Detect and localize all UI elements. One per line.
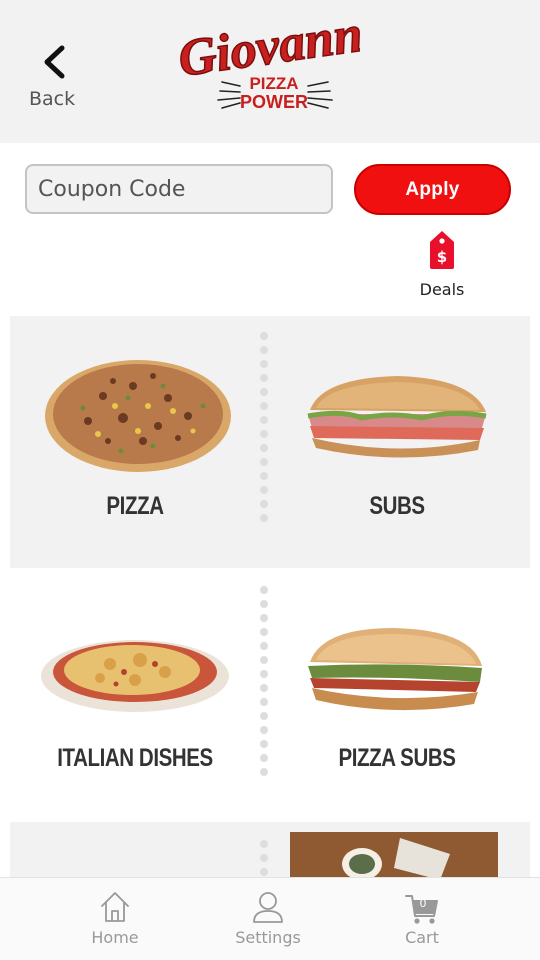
nav-cart[interactable]: 0 Cart (362, 878, 482, 960)
nav-cart-label: Cart (405, 928, 439, 947)
category-row-2: ITALIAN DISHES PIZZA SUBS (10, 568, 530, 820)
nav-home[interactable]: Home (55, 878, 175, 960)
category-row-3 (10, 822, 530, 892)
home-icon (101, 892, 129, 922)
category-tile-partial[interactable] (10, 822, 260, 884)
nav-settings-label: Settings (235, 928, 301, 947)
back-button[interactable]: Back (24, 40, 84, 112)
cart-icon-wrap: 0 (404, 890, 440, 926)
header: Back Giovanni's PIZZA POWER (0, 0, 540, 143)
user-icon (253, 892, 283, 923)
apply-button[interactable]: Apply (354, 164, 511, 215)
category-tile-subs[interactable]: SUBS (272, 316, 522, 568)
category-label: PIZZA (106, 492, 164, 520)
category-label: ITALIAN DISHES (57, 744, 213, 772)
category-label: SUBS (369, 492, 425, 520)
category-tile-pizza-subs[interactable]: PIZZA SUBS (272, 568, 522, 820)
svg-text:$: $ (437, 248, 447, 266)
divider (260, 332, 268, 528)
chevron-left-icon (44, 45, 65, 79)
nav-settings[interactable]: Settings (208, 878, 328, 960)
nav-home-label: Home (91, 928, 139, 947)
deals-label: Deals (419, 280, 465, 299)
svg-text:POWER: POWER (240, 92, 308, 112)
coupon-code-input[interactable] (25, 164, 333, 214)
category-tile-pizza[interactable]: PIZZA (10, 316, 260, 568)
divider (260, 840, 268, 882)
category-row-1: PIZZA SUBS (10, 316, 530, 568)
category-tile-italian-dishes[interactable]: ITALIAN DISHES (10, 568, 260, 820)
baked-pasta-image (41, 640, 229, 712)
price-tag-icon: $ (430, 231, 454, 269)
back-label: Back (29, 88, 76, 110)
svg-text:PIZZA: PIZZA (249, 74, 298, 93)
cart-count-badge: 0 (419, 897, 427, 910)
sub-sandwich-image (307, 376, 487, 458)
deals-button[interactable]: $ Deals (412, 230, 472, 306)
divider (260, 586, 268, 782)
pizza-sub-image (308, 628, 482, 711)
pizza-image (45, 360, 231, 472)
giovannis-logo: Giovanni's PIZZA POWER (174, 2, 360, 112)
app-screen: Back Giovanni's PIZZA POWER Apply (0, 0, 540, 960)
category-label: PIZZA SUBS (338, 744, 456, 772)
category-tile-partial-photo[interactable] (272, 822, 522, 892)
bottom-nav: Home Settings 0 Cart (0, 877, 540, 960)
